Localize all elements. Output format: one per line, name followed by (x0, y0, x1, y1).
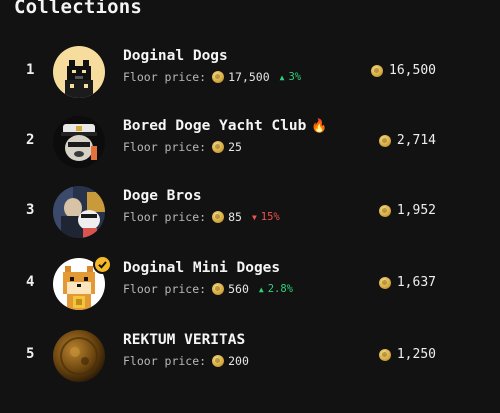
fire-icon: 🔥 (311, 119, 328, 134)
volume: 2,714 (378, 133, 436, 148)
verified-badge-icon (93, 255, 112, 274)
volume: 16,500 (371, 63, 436, 78)
doge-bros-avatar[interactable] (53, 186, 105, 238)
collection-name[interactable]: Doginal Dogs (123, 48, 228, 64)
doge-coin-icon (371, 64, 384, 77)
volume-value: 1,250 (396, 347, 436, 362)
rank-number: 3 (26, 202, 35, 218)
floor-label: Floor price: (123, 140, 207, 154)
floor-price: Floor price: 17,500 ▲ 3% (123, 70, 301, 84)
doge-coin-icon (378, 348, 391, 361)
volume: 1,250 (378, 347, 436, 362)
price-change: ▲ 3% (280, 71, 301, 83)
collection-name[interactable]: Doge Bros (123, 188, 202, 204)
collection-row[interactable]: 3 Doge Bros Floor price: 85 ▼ 15% 1,952 (0, 182, 500, 242)
floor-value: 17,500 (228, 70, 270, 84)
rank-number: 1 (26, 62, 35, 78)
floor-label: Floor price: (123, 282, 207, 296)
volume-value: 1,637 (396, 275, 436, 290)
doge-coin-icon (378, 134, 391, 147)
collection-name[interactable]: Bored Doge Yacht Club 🔥 (123, 118, 328, 134)
price-change: ▲ 2.8% (259, 283, 293, 295)
doge-coin-icon (212, 355, 225, 367)
collection-row[interactable]: 2 Bored Doge Yacht Club 🔥 Floor price: 25… (0, 112, 500, 172)
change-value: 3% (288, 71, 302, 83)
collection-row[interactable]: 1 Doginal Dogs Floor price: 17,500 ▲ 3% … (0, 42, 500, 102)
doge-coin-icon (212, 71, 225, 83)
collection-row[interactable]: 4 Doginal Mini Doges Floor price: 560 ▲ … (0, 254, 500, 314)
arrow-up-icon: ▲ (258, 284, 264, 294)
page-title: Collections (14, 0, 143, 18)
price-change: ▼ 15% (252, 211, 280, 223)
change-value: 15% (260, 211, 280, 223)
volume: 1,952 (378, 203, 436, 218)
rank-number: 4 (26, 274, 35, 290)
volume-value: 1,952 (396, 203, 436, 218)
rektum-coin-avatar[interactable] (53, 330, 105, 382)
doge-coin-icon (212, 141, 225, 153)
doge-coin-icon (378, 276, 391, 289)
floor-value: 25 (228, 140, 242, 154)
doge-coin-icon (212, 283, 225, 295)
volume: 1,637 (378, 275, 436, 290)
collection-name[interactable]: Doginal Mini Doges (123, 260, 280, 276)
floor-value: 85 (228, 210, 242, 224)
floor-price: Floor price: 200 (123, 354, 249, 368)
rank-number: 2 (26, 132, 35, 148)
floor-label: Floor price: (123, 354, 207, 368)
doge-coin-icon (378, 204, 391, 217)
pixel-dog-avatar[interactable] (53, 46, 105, 98)
floor-price: Floor price: 560 ▲ 2.8% (123, 282, 293, 296)
arrow-up-icon: ▲ (279, 72, 285, 82)
collection-name[interactable]: REKTUM VERITAS (123, 332, 245, 348)
volume-value: 2,714 (396, 133, 436, 148)
floor-label: Floor price: (123, 70, 207, 84)
floor-value: 560 (228, 282, 249, 296)
floor-value: 200 (228, 354, 249, 368)
change-value: 2.8% (267, 283, 293, 295)
arrow-down-icon: ▼ (251, 212, 257, 222)
floor-price: Floor price: 25 (123, 140, 242, 154)
captain-doge-avatar[interactable] (53, 116, 105, 168)
floor-price: Floor price: 85 ▼ 15% (123, 210, 280, 224)
floor-label: Floor price: (123, 210, 207, 224)
doge-coin-icon (212, 211, 225, 223)
rank-number: 5 (26, 346, 35, 362)
collection-row[interactable]: 5 REKTUM VERITAS Floor price: 200 1,250 (0, 326, 500, 386)
volume-value: 16,500 (389, 63, 436, 78)
